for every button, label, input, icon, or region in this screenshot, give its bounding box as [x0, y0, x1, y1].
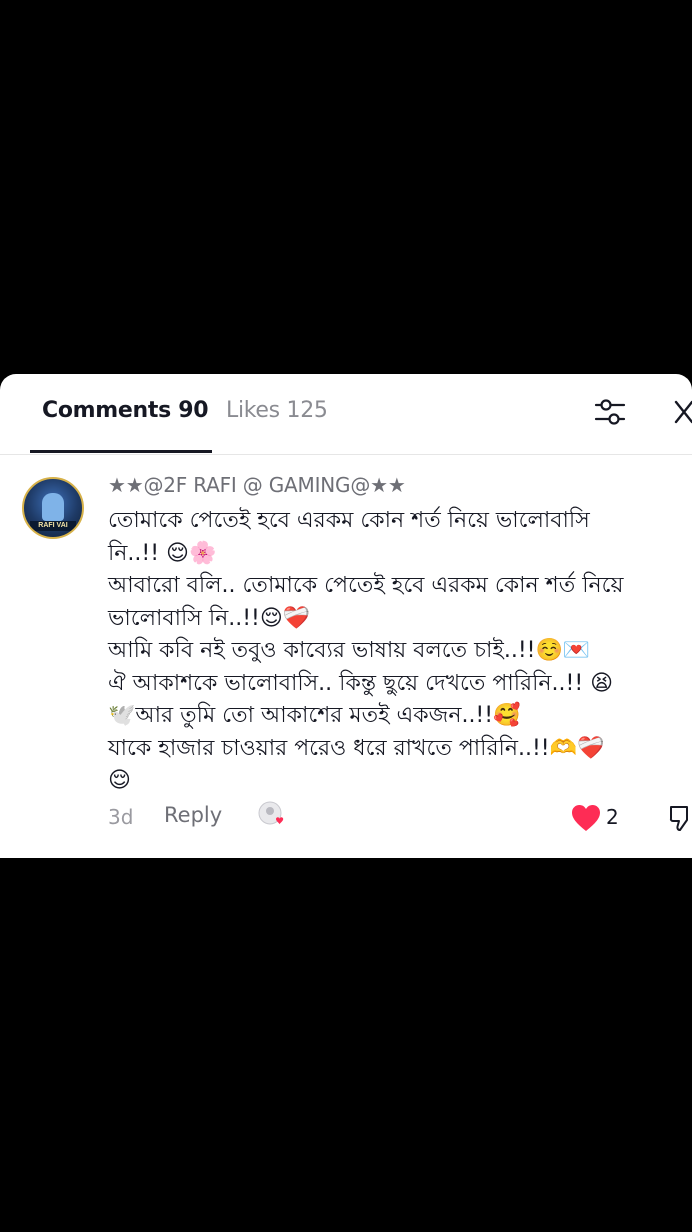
dislike-button[interactable] — [668, 803, 692, 833]
avatar-label: RAFI VAI — [30, 521, 76, 531]
comment-line: 🕊️আর তুমি তো আকাশের মতই একজন..!!🥰 — [108, 703, 521, 728]
comment-line: নি..!! 😌🌸 — [108, 540, 217, 566]
comment-line: আবারো বলি.. তোমাকে পেতেই হবে এরকম কোন শর… — [108, 573, 624, 598]
tab-comments[interactable]: Comments 90 — [42, 398, 209, 423]
comment-line: ভালোবাসি নি..!!😌❤️‍🩹 — [108, 605, 311, 631]
heart-icon — [572, 805, 600, 831]
reply-button[interactable]: Reply — [164, 803, 222, 827]
active-tab-indicator — [30, 450, 212, 453]
avatar[interactable]: RAFI VAI — [22, 477, 84, 539]
close-icon — [674, 400, 692, 424]
filter-button[interactable] — [592, 394, 628, 430]
creator-liked-avatar — [258, 801, 286, 829]
comment-line: ঐ আকাশকে ভালোবাসি.. কিন্তু ছুয়ে দেখতে প… — [108, 670, 614, 696]
sliders-icon — [594, 399, 626, 425]
comment-line: যাকে হাজার চাওয়ার পরেও ধরে রাখতে পারিনি… — [108, 735, 605, 761]
like-button[interactable] — [570, 803, 602, 833]
comment-line: তোমাকে পেতেই হবে এরকম কোন শর্ত নিয়ে ভাল… — [108, 508, 590, 533]
thumbs-down-icon — [669, 806, 688, 831]
like-count: 2 — [606, 805, 619, 829]
comment-text: তোমাকে পেতেই হবে এরকম কোন শর্ত নিয়ে ভাল… — [108, 505, 692, 798]
comment-username[interactable]: ★★@2F RAFI @ GAMING@★★ — [108, 473, 406, 497]
comments-sheet: Comments 90 Likes 125 RAFI VAI ★★@2F RAF… — [0, 374, 692, 858]
tab-likes[interactable]: Likes 125 — [226, 398, 328, 423]
comment-line: আমি কবি নই তবুও কাব্যের ভাষায় বলতে চাই.… — [108, 638, 591, 663]
comment-timestamp: 3d — [108, 805, 134, 829]
tab-bar: Comments 90 Likes 125 — [0, 374, 692, 455]
close-button[interactable] — [668, 394, 692, 430]
comment-meta: 3d Reply 2 — [108, 801, 692, 837]
comment-line: 😌 — [108, 768, 131, 793]
avatar-figure — [42, 493, 64, 521]
